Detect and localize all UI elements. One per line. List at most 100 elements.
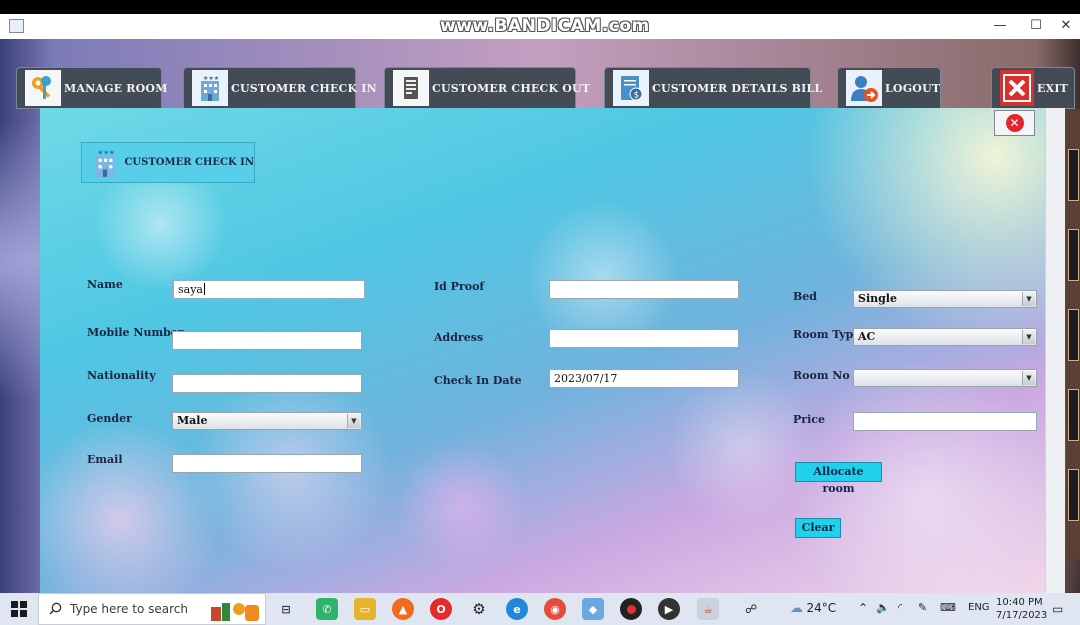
nationality-label: Nationality — [87, 369, 156, 382]
taskbar-search-box[interactable]: Type here to search — [38, 593, 266, 625]
bed-select[interactable]: Single ▼ — [853, 290, 1037, 308]
notification-icon[interactable]: ▭ — [1052, 602, 1063, 616]
start-button[interactable] — [0, 593, 38, 625]
windows-taskbar: Type here to search ⊟ ✆ ▭ ▲ O ⚙ e ◉ ◆ ▶ … — [0, 593, 1080, 625]
bill-document-icon: $ — [613, 70, 649, 106]
record-icon[interactable] — [620, 598, 642, 620]
recording-top-bar — [0, 0, 1080, 14]
name-input[interactable]: saya — [172, 279, 366, 300]
app-orange-icon[interactable]: ▲ — [392, 598, 414, 620]
bandicam-watermark: www.BANDICAM.com — [440, 16, 650, 36]
logout-label: LOGOUT — [885, 81, 941, 95]
search-icon — [49, 602, 62, 615]
text-caret — [203, 283, 205, 295]
close-circle-icon: ✕ — [1005, 114, 1024, 132]
mobile-number-label: Mobile Number — [87, 326, 184, 339]
nationality-input[interactable] — [172, 374, 362, 393]
customer-details-bill-nav-button[interactable]: $ CUSTOMER DETAILS BILL — [604, 67, 822, 109]
weather-widget[interactable]: ☁ 24°C — [790, 601, 836, 616]
address-input[interactable] — [549, 329, 739, 348]
clock[interactable]: 10:40 PM 7/17/2023 — [996, 596, 1048, 622]
keyboard-icon[interactable]: ⌨ — [940, 601, 956, 614]
room-type-select[interactable]: AC ▼ — [853, 328, 1037, 346]
settings-gear-icon[interactable]: ⚙ — [468, 598, 490, 620]
edge-icon[interactable]: e — [506, 598, 528, 620]
whatsapp-icon[interactable]: ✆ — [316, 598, 338, 620]
chevron-down-icon: ▼ — [347, 414, 360, 428]
checkout-list-icon — [393, 70, 429, 106]
customer-check-in-heading-button[interactable]: ★★★ CUSTOMER CHECK IN — [81, 142, 255, 183]
svg-text:★★★: ★★★ — [98, 148, 115, 156]
chevron-down-icon: ▼ — [1022, 292, 1035, 306]
task-view-icon[interactable]: ⊟ — [275, 598, 297, 620]
java-app-taskbar-icon[interactable]: ☕ — [697, 598, 719, 620]
clock-time: 10:40 PM — [996, 597, 1043, 608]
address-label: Address — [434, 331, 484, 344]
hotel-building-icon: ★★★ — [89, 146, 121, 180]
building-decoration — [1066, 109, 1080, 559]
customer-check-out-nav-label: CUSTOMER CHECK OUT — [432, 81, 591, 95]
email-label: Email — [87, 453, 123, 466]
weather-temperature: 24°C — [806, 601, 837, 615]
pen-icon[interactable]: ✎ — [918, 601, 927, 614]
search-placeholder: Type here to search — [70, 602, 188, 616]
bed-label: Bed — [793, 290, 817, 303]
exit-label: EXIT — [1037, 81, 1069, 95]
mobile-number-input[interactable] — [172, 331, 362, 350]
svg-text:★★★: ★★★ — [203, 75, 219, 82]
clock-date: 7/17/2023 — [996, 610, 1048, 621]
svg-text:$: $ — [634, 91, 640, 101]
tray-overflow-icon[interactable]: ⌃ — [858, 601, 868, 615]
room-type-label: Room Type — [793, 328, 861, 341]
gender-value: Male — [177, 414, 208, 427]
customer-check-in-nav-button[interactable]: ★★★ CUSTOMER CHECK IN — [183, 67, 377, 109]
volume-icon[interactable]: 🔈 — [876, 601, 890, 614]
chevron-down-icon: ▼ — [1022, 371, 1035, 385]
hotel-building-icon: ★★★ — [192, 70, 228, 106]
exit-button[interactable]: EXIT — [991, 67, 1075, 109]
maximize-button[interactable]: ☐ — [1021, 17, 1051, 35]
check-in-date-label: Check In Date — [434, 374, 522, 387]
file-explorer-icon[interactable]: ▭ — [354, 598, 376, 620]
box-app-icon[interactable]: ◆ — [582, 598, 604, 620]
id-proof-label: Id Proof — [434, 280, 485, 293]
media-player-icon[interactable]: ▶ — [658, 598, 680, 620]
wifi-icon[interactable]: ◜ — [898, 601, 902, 614]
search-highlight-icon — [211, 603, 259, 621]
manage-room-label: MANAGE ROOM — [64, 81, 168, 95]
panel-scrollbar[interactable] — [1045, 108, 1065, 593]
logout-button[interactable]: LOGOUT — [837, 67, 941, 109]
customer-details-bill-nav-label: CUSTOMER DETAILS BILL — [652, 81, 823, 95]
room-no-select[interactable]: ▼ — [853, 369, 1037, 387]
price-input[interactable] — [853, 412, 1037, 431]
gender-select[interactable]: Male ▼ — [172, 412, 362, 430]
page-heading: CUSTOMER CHECK IN — [124, 157, 254, 168]
windows-logo-icon — [11, 601, 27, 617]
allocate-room-button[interactable]: Allocate room — [795, 462, 882, 495]
people-icon[interactable]: ☍ — [745, 602, 757, 616]
name-label: Name — [87, 278, 123, 291]
chevron-down-icon: ▼ — [1022, 330, 1035, 344]
room-no-label: Room No — [793, 369, 850, 382]
user-logout-icon — [846, 70, 882, 106]
check-in-date-input[interactable]: 2023/07/17 — [549, 369, 739, 388]
minimize-button[interactable]: — — [985, 17, 1015, 35]
customer-check-in-nav-label: CUSTOMER CHECK IN — [231, 81, 377, 95]
price-label: Price — [793, 413, 825, 426]
opera-icon[interactable]: O — [430, 598, 452, 620]
window-close-button[interactable]: ✕ — [1051, 17, 1080, 35]
exit-x-icon — [1000, 70, 1034, 106]
gender-label: Gender — [87, 412, 132, 425]
room-type-value: AC — [858, 330, 876, 343]
customer-check-out-nav-button[interactable]: CUSTOMER CHECK OUT — [384, 67, 590, 109]
cloud-icon: ☁ — [790, 601, 803, 616]
manage-room-button[interactable]: MANAGE ROOM — [16, 67, 167, 109]
email-input[interactable] — [172, 454, 362, 473]
id-proof-input[interactable] — [549, 280, 739, 299]
language-indicator[interactable]: ENG — [968, 602, 990, 613]
chrome-icon[interactable]: ◉ — [544, 598, 566, 620]
bed-value: Single — [858, 292, 897, 305]
panel-close-button[interactable]: ✕ — [994, 110, 1035, 136]
clear-button[interactable]: Clear — [795, 518, 841, 538]
name-value: saya — [178, 283, 203, 296]
